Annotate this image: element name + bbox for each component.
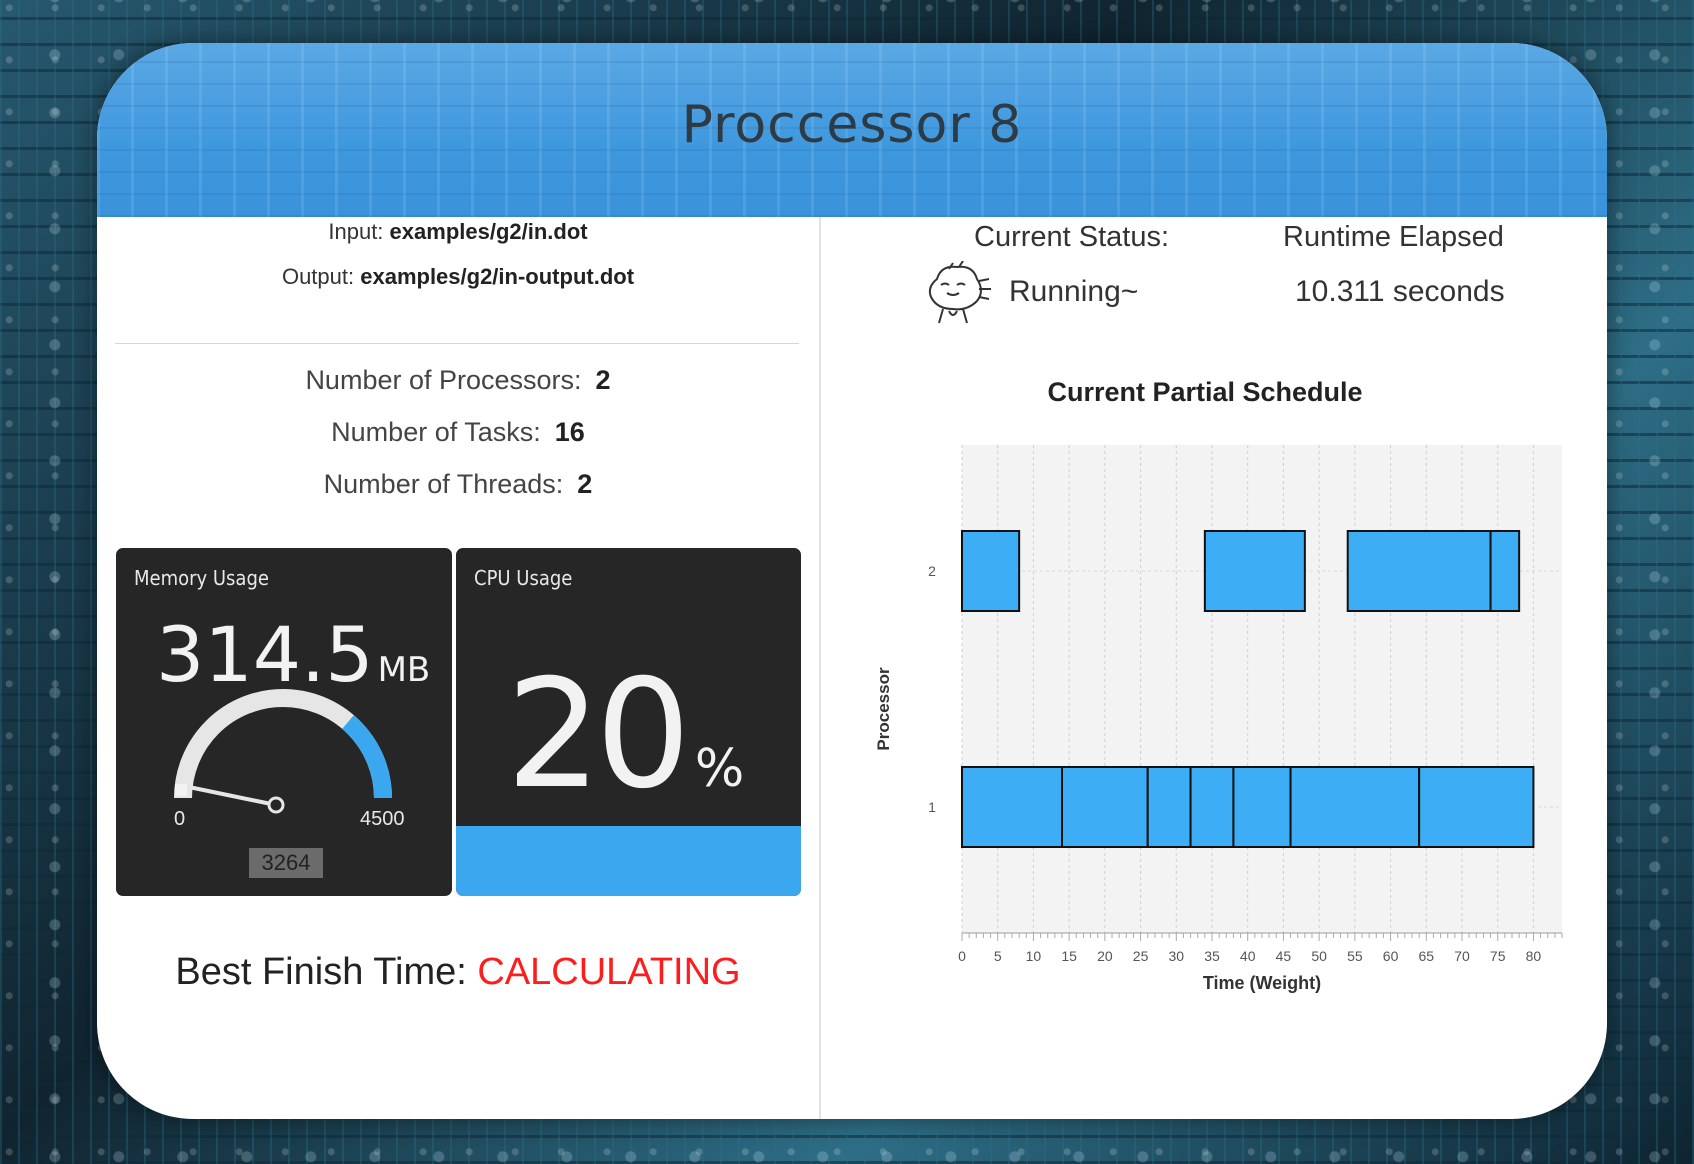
best-finish-label: Best Finish Time: — [175, 951, 467, 993]
cpu-usage-panel: CPU Usage 20% — [456, 548, 801, 896]
runtime-elapsed-label: Runtime Elapsed — [1283, 221, 1504, 253]
y-axis-label: Processor — [874, 667, 893, 751]
processors-value: 2 — [595, 365, 611, 395]
runtime-value: 10.311 seconds — [1295, 275, 1505, 308]
section-divider — [115, 343, 799, 344]
cartoon-face-icon — [928, 261, 991, 324]
card-header: Proccessor 8 — [97, 43, 1607, 217]
gauge-track — [174, 689, 392, 799]
x-tick-label: 40 — [1240, 948, 1256, 964]
x-tick-label: 0 — [958, 948, 966, 964]
task-bar — [1203, 530, 1306, 612]
cpu-panel-title: CPU Usage — [474, 566, 573, 590]
gauge-max-label: 4500 — [360, 808, 405, 830]
gauge-needle-tail — [175, 784, 187, 796]
threads-value: 2 — [577, 469, 593, 499]
page-title: Proccessor 8 — [681, 95, 1023, 155]
y-tick-label: 1 — [928, 799, 936, 815]
x-tick-label: 80 — [1526, 948, 1542, 964]
x-tick-label: 60 — [1383, 948, 1399, 964]
output-label: Output: — [281, 264, 355, 289]
x-tick-label: 70 — [1454, 948, 1470, 964]
cpu-fill-bar — [456, 826, 801, 896]
tasks-label: Number of Tasks: — [331, 417, 541, 447]
pane-divider — [819, 217, 821, 1119]
x-tick-label: 35 — [1204, 948, 1220, 964]
task-bar — [1061, 766, 1149, 848]
memory-gauge — [174, 689, 392, 814]
x-tick-label: 75 — [1490, 948, 1506, 964]
x-tick-label: 65 — [1418, 948, 1434, 964]
tasks-value: 16 — [554, 417, 585, 447]
plot-background — [962, 445, 1562, 933]
task-bar — [961, 530, 1021, 612]
x-tick-label: 55 — [1347, 948, 1363, 964]
y-tick-label: 2 — [928, 563, 936, 579]
x-tick-label: 45 — [1276, 948, 1292, 964]
cpu-number: 20 — [506, 648, 691, 822]
gauge-needle — [183, 784, 277, 807]
memory-usage-panel: Memory Usage 314.5 MB 0 4500 3264 — [116, 548, 452, 896]
gauge-current-value: 3264 — [249, 848, 323, 878]
x-tick-label: 25 — [1133, 948, 1149, 964]
x-tick-label: 50 — [1311, 948, 1327, 964]
input-line: Input: examples/g2/in.dot — [97, 219, 819, 245]
cpu-unit: % — [694, 739, 745, 799]
task-bar — [1289, 766, 1421, 848]
x-tick-label: 5 — [994, 948, 1002, 964]
input-label: Input: — [328, 219, 384, 244]
threads-label: Number of Threads: — [323, 469, 564, 499]
gauge-min-label: 0 — [174, 808, 186, 830]
task-bar — [961, 766, 1063, 848]
threads-stat: Number of Threads: 2 — [97, 469, 819, 500]
input-path: examples/g2/in.dot — [389, 219, 588, 244]
task-bar — [1189, 766, 1235, 848]
task-bar — [1489, 530, 1521, 612]
task-bar — [1418, 766, 1535, 848]
best-finish-value: CALCULATING — [477, 951, 741, 993]
processors-label: Number of Processors: — [305, 365, 582, 395]
x-tick-label: 15 — [1061, 948, 1077, 964]
processors-stat: Number of Processors: 2 — [97, 365, 819, 396]
task-bar — [1232, 766, 1292, 848]
task-bar — [1346, 530, 1492, 612]
x-axis-label: Time (Weight) — [1203, 973, 1321, 993]
tasks-stat: Number of Tasks: 16 — [97, 417, 819, 448]
current-status-label: Current Status: — [974, 221, 1170, 253]
chart-title: Current Partial Schedule — [1047, 377, 1363, 407]
output-line: Output: examples/g2/in-output.dot — [97, 264, 819, 290]
cpu-value: 20% — [506, 648, 744, 822]
x-tick-label: 20 — [1097, 948, 1113, 964]
task-bar — [1146, 766, 1192, 848]
output-path: examples/g2/in-output.dot — [360, 264, 635, 289]
processor-card: Proccessor 8 Input: examples/g2/in.dot O… — [97, 43, 1607, 1119]
x-tick-label: 10 — [1026, 948, 1042, 964]
gauge-pivot — [267, 796, 285, 814]
gauge-fill — [341, 715, 392, 799]
best-finish-time: Best Finish Time: CALCULATING — [97, 951, 819, 994]
x-tick-label: 30 — [1168, 948, 1184, 964]
schedule-gantt-chart: 0 5 10 15 20 25 30 35 40 45 50 55 60 65 70 75 80 2 1 Time (… — [874, 445, 1563, 993]
status-value: Running~ — [1009, 275, 1139, 308]
